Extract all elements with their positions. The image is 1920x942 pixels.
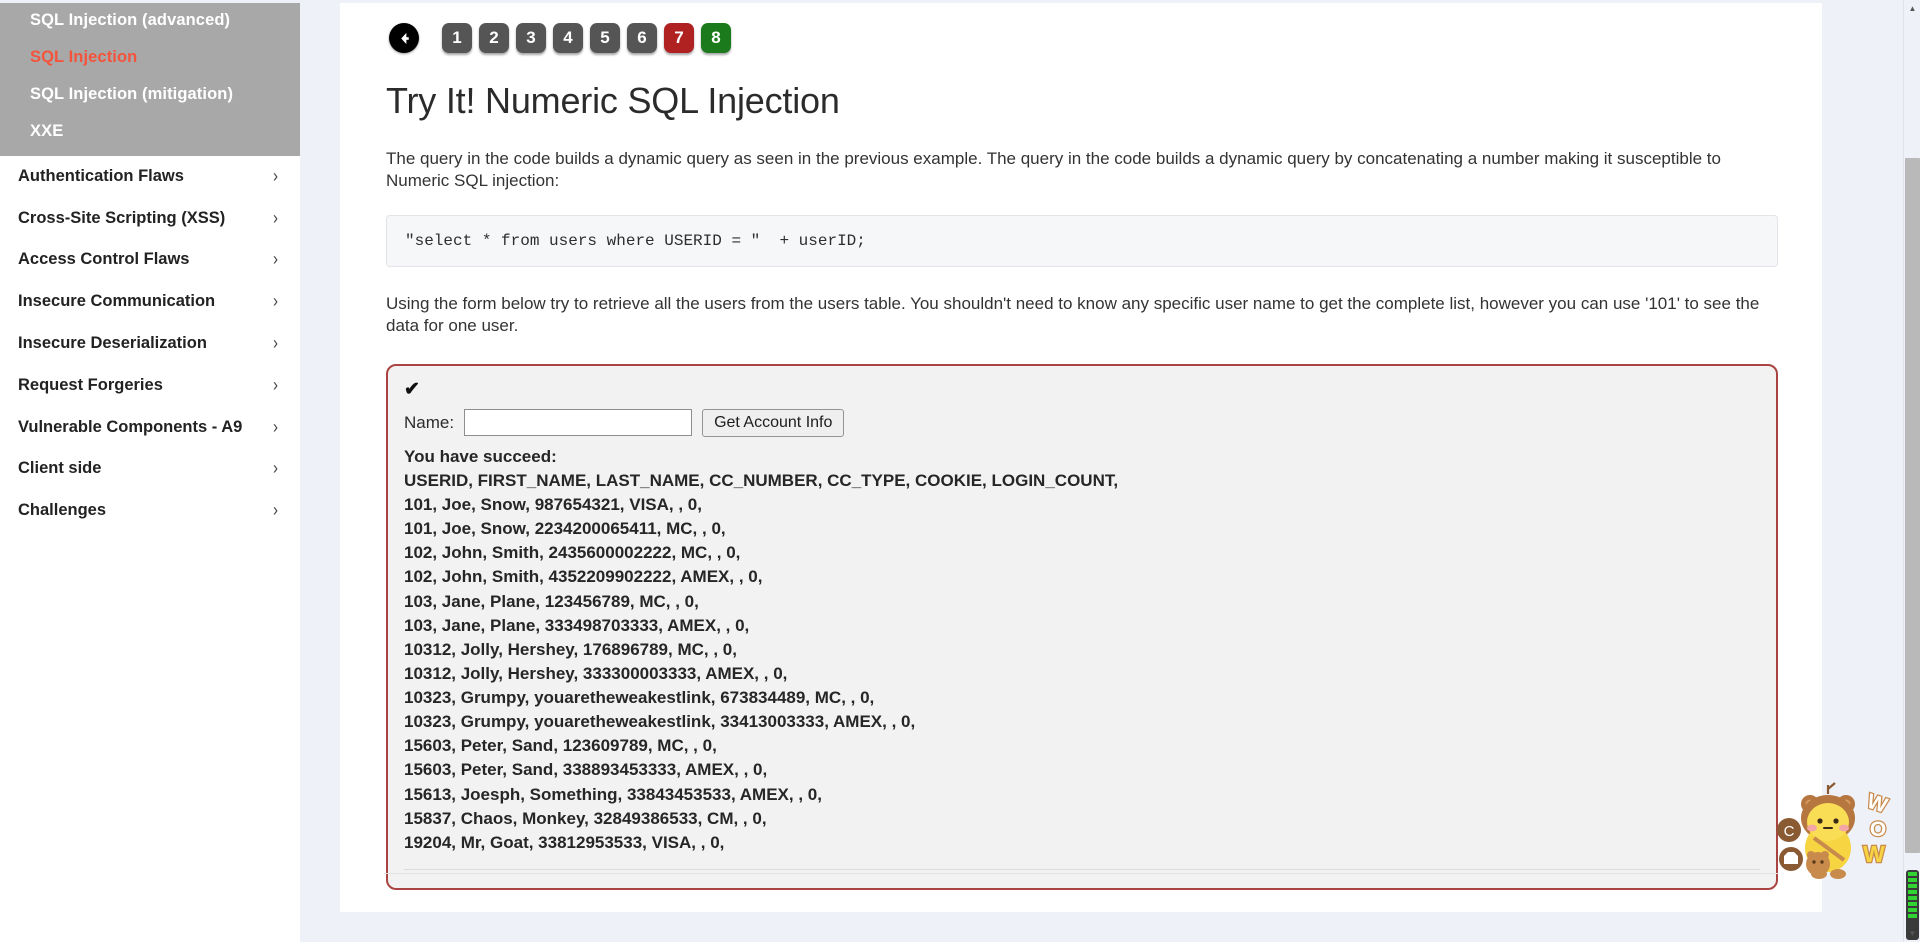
sidebar-item-label: SQL Injection (mitigation) [30, 84, 234, 103]
sidebar-item-label: Insecure Communication [18, 292, 216, 311]
result-row: 102, John, Smith, 2435600002222, MC, , 0… [404, 543, 741, 563]
page-button-2[interactable]: 2 [479, 23, 509, 53]
svg-text:W: W [1864, 790, 1890, 818]
result-row: 10312, Jolly, Hershey, 333300003333, AME… [404, 663, 788, 683]
chevron-right-icon: › [273, 416, 278, 438]
result-row: 15837, Chaos, Monkey, 32849386533, CM, ,… [404, 808, 767, 828]
result-row: 15603, Peter, Sand, 123609789, MC, , 0, [404, 736, 717, 756]
vertical-scrollbar[interactable]: ▲ ▼ [1903, 0, 1920, 942]
sidebar-item-xxe[interactable]: XXE [0, 113, 300, 150]
sidebar-item-label: Request Forgeries [18, 375, 163, 394]
page-label: 6 [637, 28, 647, 47]
sidebar-item-label: SQL Injection (advanced) [30, 11, 231, 29]
sidebar-item-sql-injection[interactable]: SQL Injection [0, 39, 300, 76]
content-area: 1 2 3 4 5 6 7 8 Try It! Numeric SQL Inje… [300, 0, 1920, 942]
result-row: 103, Jane, Plane, 333498703333, AMEX, , … [404, 615, 750, 635]
sidebar-item-label: Challenges [18, 501, 107, 520]
sidebar-item-authentication-flaws[interactable]: Authentication Flaws › [0, 156, 300, 198]
scroll-up-arrow-icon[interactable]: ▲ [1904, 0, 1920, 17]
page-button-6[interactable]: 6 [627, 23, 657, 53]
sidebar-item-sql-injection-advanced[interactable]: SQL Injection (advanced) [0, 2, 300, 39]
chevron-right-icon: › [273, 374, 278, 396]
sidebar-item-label: Authentication Flaws [18, 166, 184, 185]
chevron-right-icon: › [273, 207, 278, 229]
sidebar-item-label: Access Control Flaws [18, 250, 190, 269]
sidebar-item-vulnerable-components[interactable]: Vulnerable Components - A9 › [0, 407, 300, 449]
page-button-4[interactable]: 4 [553, 23, 583, 53]
result-row: 101, Joe, Snow, 2234200065411, MC, , 0, [404, 519, 726, 539]
page-title: Try It! Numeric SQL Injection [386, 80, 840, 121]
sidebar-item-label: XXE [30, 121, 64, 140]
attack-panel: ✔ Name: Get Account Info You have succee… [386, 363, 1778, 890]
lesson-pagination: 1 2 3 4 5 6 7 8 [384, 0, 1778, 53]
page-label: 4 [563, 28, 573, 47]
sidebar-item-sql-injection-mitigation[interactable]: SQL Injection (mitigation) [0, 76, 300, 113]
panel-divider [404, 868, 1760, 870]
chevron-right-icon: › [273, 499, 278, 522]
page-label: 1 [452, 28, 462, 47]
account-lookup-form: Name: Get Account Info [404, 408, 1764, 437]
scrollbar-thumb[interactable] [1905, 158, 1920, 853]
sidebar: SQL Injection (advanced) SQL Injection S… [0, 0, 300, 942]
sidebar-item-label: Client side [18, 459, 102, 478]
page-button-8[interactable]: 8 [701, 23, 731, 53]
back-arrow-icon[interactable] [389, 23, 419, 53]
chevron-right-icon: › [273, 332, 278, 354]
sidebar-item-challenges[interactable]: Challenges › [0, 490, 300, 532]
svg-text:O: O [1870, 818, 1886, 841]
chevron-right-icon: › [273, 165, 278, 187]
page-label: 3 [526, 28, 536, 47]
result-row: 101, Joe, Snow, 987654321, VISA, , 0, [404, 495, 702, 514]
sidebar-item-label: Vulnerable Components - A9 [18, 417, 243, 436]
top-strip [0, 0, 1903, 3]
sidebar-item-insecure-deserialization[interactable]: Insecure Deserialization › [0, 323, 300, 365]
sidebar-item-access-control-flaws[interactable]: Access Control Flaws › [0, 239, 300, 281]
result-row: 19204, Mr, Goat, 33812953533, VISA, , 0, [404, 832, 725, 852]
chevron-right-icon: › [273, 249, 278, 271]
result-row: 15603, Peter, Sand, 338893453333, AMEX, … [404, 760, 768, 780]
sidebar-item-cross-site-scripting[interactable]: Cross-Site Scripting (XSS) › [0, 198, 300, 240]
sidebar-item-label: Cross-Site Scripting (XSS) [18, 208, 226, 227]
lesson-intro-text: The query in the code builds a dynamic q… [386, 149, 1721, 191]
result-output: You have succeed: USERID, FIRST_NAME, LA… [404, 445, 1764, 855]
app-root: SQL Injection (advanced) SQL Injection S… [0, 0, 1920, 942]
page-label: 7 [674, 28, 684, 47]
svg-text:W: W [1863, 841, 1885, 867]
name-input[interactable] [464, 409, 693, 437]
result-status: You have succeed: [404, 446, 557, 466]
footer-divider [384, 873, 1778, 874]
page-button-3[interactable]: 3 [516, 23, 546, 53]
result-columns: USERID, FIRST_NAME, LAST_NAME, CC_NUMBER… [404, 470, 1119, 490]
sidebar-item-label: SQL Injection [30, 47, 138, 66]
result-row: 10323, Grumpy, youaretheweakestlink, 673… [404, 688, 875, 707]
page-button-7[interactable]: 7 [664, 23, 694, 53]
page-label: 5 [600, 28, 610, 47]
name-field-label: Name: [404, 412, 455, 432]
page-label: 8 [711, 28, 721, 47]
sidebar-item-client-side[interactable]: Client side › [0, 448, 300, 490]
get-account-info-button[interactable]: Get Account Info [702, 408, 845, 437]
result-row: 102, John, Smith, 4352209902222, AMEX, ,… [404, 567, 763, 587]
result-row: 103, Jane, Plane, 123456789, MC, , 0, [404, 591, 699, 611]
lesson-instructions-text: Using the form below try to retrieve all… [386, 293, 1760, 336]
scroll-down-arrow-icon[interactable]: ▼ [1904, 925, 1920, 942]
result-row: 15613, Joesph, Something, 33843453533, A… [404, 784, 822, 804]
result-row: 10323, Grumpy, youaretheweakestlink, 334… [404, 712, 916, 732]
sidebar-subgroup-sql-injection: SQL Injection (advanced) SQL Injection S… [0, 0, 300, 156]
success-check-icon: ✔ [404, 378, 420, 400]
chevron-right-icon: › [273, 290, 278, 313]
chevron-right-icon: › [273, 458, 278, 480]
result-row: 10312, Jolly, Hershey, 176896789, MC, , … [404, 639, 737, 659]
lesson-card: 1 2 3 4 5 6 7 8 Try It! Numeric SQL Inje… [340, 0, 1822, 912]
page-button-5[interactable]: 5 [590, 23, 620, 53]
code-snippet: "select * from users where USERID = " + … [386, 214, 1778, 267]
page-button-1[interactable]: 1 [442, 23, 472, 53]
page-label: 2 [489, 28, 499, 47]
sidebar-item-label: Insecure Deserialization [18, 334, 207, 353]
sidebar-item-request-forgeries[interactable]: Request Forgeries › [0, 365, 300, 407]
sidebar-item-insecure-communication[interactable]: Insecure Communication › [0, 281, 300, 323]
